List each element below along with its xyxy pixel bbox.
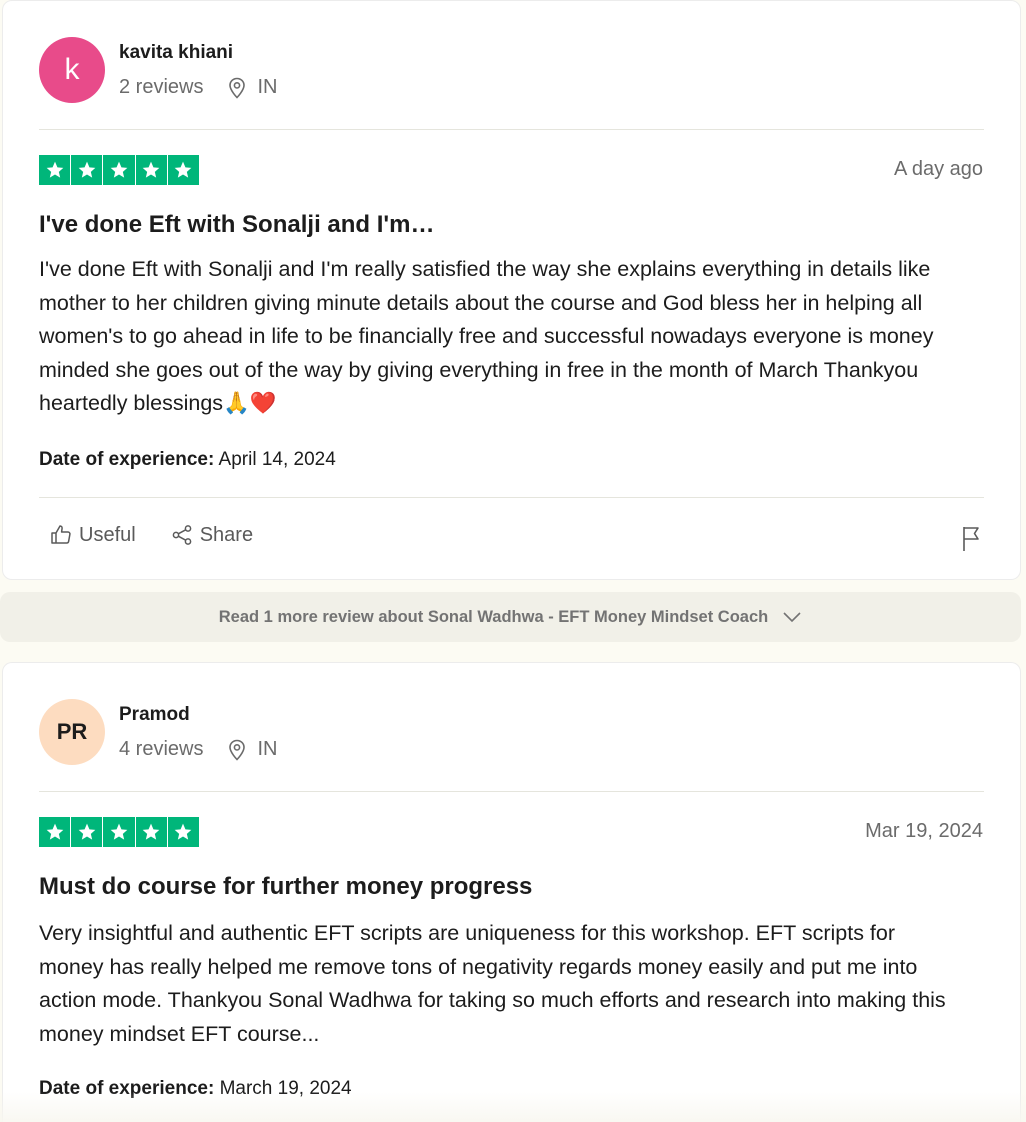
reviewer-name[interactable]: kavita khiani (119, 42, 233, 64)
star-icon (39, 817, 71, 847)
read-more-label: Read 1 more review about Sonal Wadhwa - … (218, 607, 769, 626)
share-button[interactable]: Share (170, 523, 253, 547)
flag-icon[interactable] (960, 524, 984, 552)
review-date: A day ago (894, 158, 983, 180)
reviewer-header[interactable]: PR Pramod 4 reviews IN (39, 699, 984, 767)
reviewer-meta: 2 reviews IN (119, 76, 277, 99)
review-date: Mar 19, 2024 (865, 820, 983, 842)
reviewer-country: IN (257, 738, 278, 760)
avatar[interactable]: PR (39, 699, 105, 765)
review-card: k kavita khiani 2 reviews IN A day ago I… (2, 0, 1021, 580)
review-count: 2 reviews (119, 76, 204, 98)
star-icon (71, 155, 103, 185)
review-text: Very insightful and authentic EFT script… (39, 921, 946, 1046)
reviewer-name[interactable]: Pramod (119, 704, 190, 726)
star-icon (135, 817, 167, 847)
chevron-down-icon (783, 612, 801, 623)
share-icon (172, 525, 192, 545)
reviewer-meta: 4 reviews IN (119, 738, 277, 761)
review-actions: Useful Share (49, 523, 253, 547)
share-label: Share (199, 523, 254, 546)
thumbs-up-icon (51, 525, 71, 544)
star-rating (39, 155, 199, 185)
divider (39, 791, 984, 792)
experience-date: April 14, 2024 (218, 449, 336, 470)
reviewer-country: IN (257, 76, 278, 98)
read-more-reviews-button[interactable]: Read 1 more review about Sonal Wadhwa - … (0, 592, 1021, 642)
avatar[interactable]: k (39, 37, 105, 103)
review-text: I've done Eft with Sonalji and I'm reall… (39, 257, 934, 416)
useful-label: Useful (79, 523, 136, 546)
review-count: 4 reviews (119, 738, 204, 760)
star-icon (39, 155, 71, 185)
useful-button[interactable]: Useful (49, 523, 136, 547)
star-rating (39, 817, 199, 847)
star-icon (135, 155, 167, 185)
star-icon (167, 155, 199, 185)
star-icon (71, 817, 103, 847)
star-icon (103, 817, 135, 847)
location-pin-icon (229, 77, 246, 99)
reviewer-header[interactable]: k kavita khiani 2 reviews IN (39, 37, 984, 105)
divider (39, 129, 984, 130)
bottom-fade (0, 1092, 1026, 1122)
date-of-experience: Date of experience: April 14, 2024 (39, 449, 336, 471)
divider (39, 497, 984, 498)
review-title[interactable]: Must do course for further money progres… (39, 873, 984, 901)
experience-label: Date of experience: (39, 449, 215, 470)
star-icon (103, 155, 135, 185)
review-card: PR Pramod 4 reviews IN Mar 19, 2024 Must… (2, 662, 1021, 1122)
location-pin-icon (229, 739, 246, 761)
review-title[interactable]: I've done Eft with Sonalji and I'm… (39, 211, 984, 239)
star-icon (167, 817, 199, 847)
